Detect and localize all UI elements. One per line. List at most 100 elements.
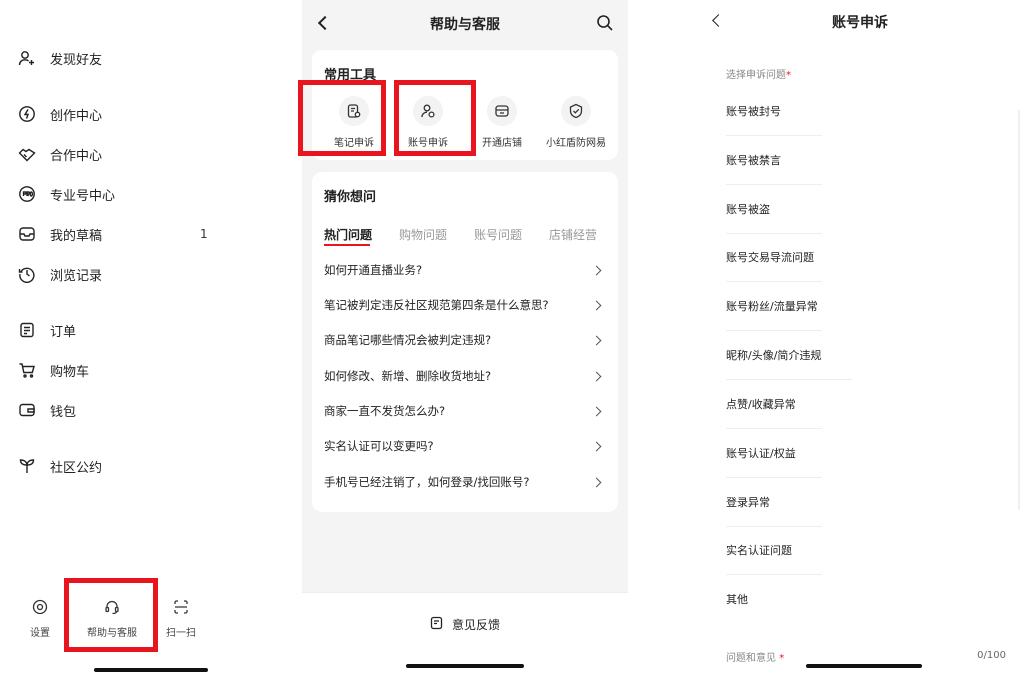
faq-row[interactable]: 手机号已经注销了，如何登录/找回账号? [324,472,604,492]
reason-option[interactable]: 账号认证/权益 [726,446,822,478]
shield-check-icon [561,96,591,126]
open-store-icon [487,96,517,126]
home-indicator [406,664,524,668]
menu-item-pro-center[interactable]: 专业号中心 [18,182,218,206]
tool-label: 开通店铺 [482,138,522,149]
add-friend-icon [18,49,36,67]
handshake-icon [18,145,36,163]
select-issue-label: 选择申诉问题* [726,70,791,81]
faq-row[interactable]: 如何修改、新增、删除收货地址? [324,366,604,386]
menu-item-label: 社区公约 [50,460,103,476]
sprout-icon [18,457,36,475]
reason-option[interactable]: 账号被封号 [726,104,822,136]
scan-label: 扫一扫 [166,628,196,639]
menu-item-label: 我的草稿 [50,228,103,244]
faq-title: 猜你想问 [324,190,377,205]
menu-item-cooperation-center[interactable]: 合作中心 [18,142,218,166]
feedback-bar: 意见反馈 [302,592,628,682]
menu-item-label: 购物车 [50,364,90,380]
tab-store-operations[interactable]: 店铺经营 [549,226,597,243]
menu-item-label: 浏览记录 [50,268,103,284]
chevron-right-icon [591,371,602,381]
menu-item-label: 钱包 [50,404,77,420]
opinion-label: 问题和意见 * [726,653,785,664]
wallet-icon [18,401,36,419]
menu-item-wallet[interactable]: 钱包 [18,398,218,422]
drawer-panel: 发现好友 创作中心 合作中心 专业号中心 我的草稿 1 浏览记录 订单 购物车 … [0,0,300,682]
pro-badge-icon [18,185,36,203]
faq-question: 如何修改、新增、删除收货地址? [324,369,492,383]
home-indicator [94,668,208,672]
reason-option[interactable]: 昵称/头像/简介违规 [726,348,852,380]
reason-option[interactable]: 实名认证问题 [726,543,822,575]
screenshot-stage: 发现好友 创作中心 合作中心 专业号中心 我的草稿 1 浏览记录 订单 购物车 … [0,0,1024,682]
tab-shopping-questions[interactable]: 购物问题 [399,226,447,243]
menu-item-label: 合作中心 [50,148,103,164]
page-title: 账号申诉 [832,15,888,31]
reason-option[interactable]: 登录异常 [726,495,822,527]
history-clock-icon [18,265,36,283]
reason-option[interactable]: 点赞/收藏异常 [726,397,822,429]
feedback-button[interactable]: 意见反馈 [302,615,628,634]
menu-item-find-friends[interactable]: 发现好友 [18,46,218,70]
reason-option[interactable]: 账号粉丝/流量异常 [726,299,822,331]
faq-row[interactable]: 实名认证可以变更吗? [324,436,604,456]
chevron-right-icon [591,265,602,275]
active-tab-indicator [324,244,370,246]
faq-question: 商品笔记哪些情况会被判定违规? [324,333,492,347]
faq-question: 手机号已经注销了，如何登录/找回账号? [324,475,530,489]
faq-row[interactable]: 商品笔记哪些情况会被判定违规? [324,330,604,350]
faq-question: 实名认证可以变更吗? [324,439,434,453]
account-appeal-panel: 账号申诉 选择申诉问题* 账号被封号 账号被禁言 账号被盗 账号交易导流问题 账… [692,0,1024,682]
menu-item-history[interactable]: 浏览记录 [18,262,218,286]
draft-box-icon [18,225,36,243]
menu-item-drafts[interactable]: 我的草稿 [18,222,218,246]
page-title: 帮助与客服 [430,17,500,33]
reason-option[interactable]: 其他 [726,592,822,616]
search-icon[interactable] [596,14,614,36]
faq-card: 猜你想问 热门问题 购物问题 账号问题 店铺经营 如何开通直播业务? 笔记被判定… [312,172,618,512]
faq-row[interactable]: 商家一直不发货怎么办? [324,401,604,421]
faq-question: 商家一直不发货怎么办? [324,404,446,418]
menu-item-label: 专业号中心 [50,188,116,204]
settings-icon [31,598,49,616]
drafts-count-badge: 1 [200,227,208,241]
reason-option[interactable]: 账号被盗 [726,202,822,234]
shopping-cart-icon [18,361,36,379]
chevron-right-icon [591,441,602,451]
settings-label: 设置 [30,628,50,639]
reason-option[interactable]: 账号被禁言 [726,153,822,185]
faq-question: 如何开通直播业务? [324,263,423,277]
menu-item-orders[interactable]: 订单 [18,318,218,342]
highlight-box-help [64,578,158,652]
faq-question: 笔记被判定违反社区规范第四条是什么意思? [324,298,549,312]
faq-row[interactable]: 笔记被判定违反社区规范第四条是什么意思? [324,295,604,315]
menu-item-label: 发现好友 [50,52,103,68]
feedback-icon [430,615,444,634]
chevron-right-icon [591,477,602,487]
scan-icon [172,598,190,616]
reason-option[interactable]: 账号交易导流问题 [726,250,822,282]
tab-hot-questions[interactable]: 热门问题 [324,226,372,243]
chevron-right-icon [591,406,602,416]
tab-account-questions[interactable]: 账号问题 [474,226,522,243]
menu-item-cart[interactable]: 购物车 [18,358,218,382]
faq-row[interactable]: 如何开通直播业务? [324,260,604,280]
char-counter: 0/100 [977,650,1006,661]
home-indicator [806,664,922,668]
menu-item-label: 创作中心 [50,108,103,124]
help-center-panel: 帮助与客服 常用工具 笔记申诉 账号申诉 开通店铺 小红盾防网易 猜你想问 热门… [298,0,628,682]
lightning-icon [18,105,36,123]
tool-red-shield[interactable]: 小红盾防网易 [538,96,614,149]
highlight-box-note-appeal [298,80,386,156]
tool-label: 小红盾防网易 [546,138,606,149]
chevron-right-icon [591,335,602,345]
feedback-label: 意见反馈 [451,618,500,632]
menu-item-community-rules[interactable]: 社区公约 [18,454,218,478]
highlight-box-account-appeal [394,80,476,156]
order-list-icon [18,321,36,339]
chevron-right-icon [591,300,602,310]
menu-item-creator-center[interactable]: 创作中心 [18,102,218,126]
menu-item-label: 订单 [50,324,77,340]
scrollbar-track [1018,110,1020,510]
